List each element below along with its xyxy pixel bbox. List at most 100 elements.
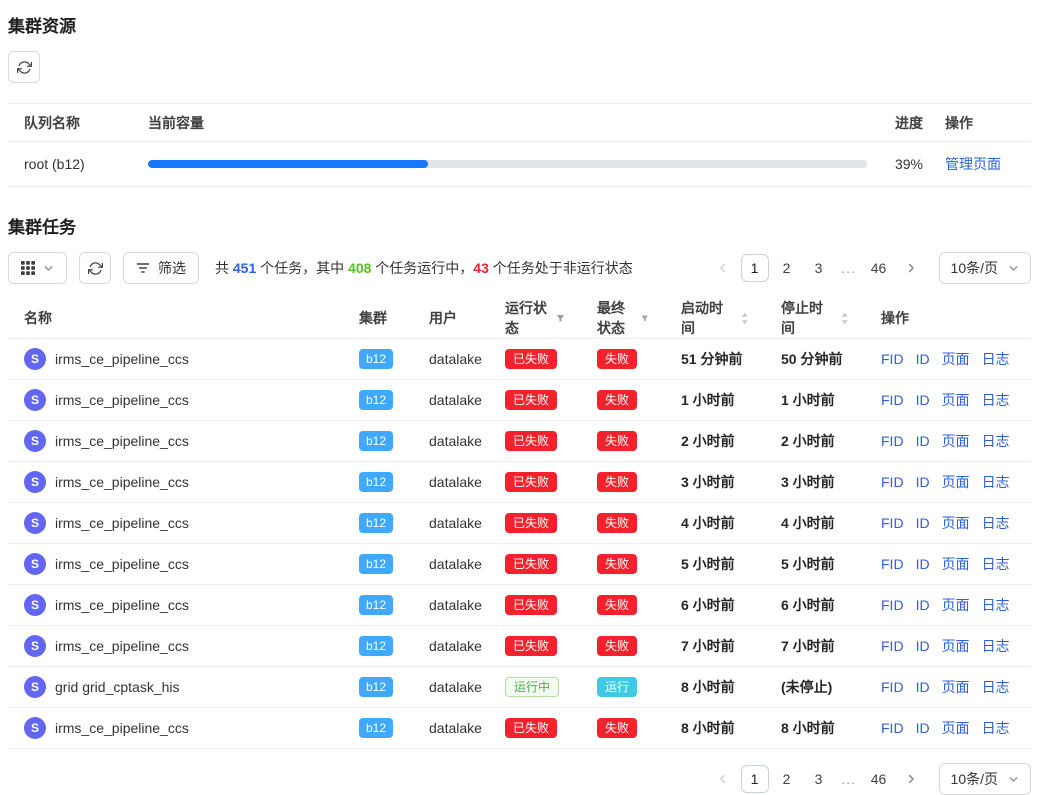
action-link-fid[interactable]: FID (881, 392, 904, 408)
pagination-page-1[interactable]: 1 (741, 254, 769, 282)
page-size-select[interactable]: 10条/页 (939, 252, 1031, 284)
task-actions: FID ID 页面日志 (865, 585, 1031, 626)
action-link-id[interactable]: ID (916, 556, 930, 572)
start-time-cell: 3 小时前 (665, 462, 765, 503)
pagination-page-2[interactable]: 2 (773, 765, 801, 793)
chevron-down-icon (1008, 263, 1019, 274)
action-link-页面[interactable]: 页面 (942, 433, 970, 449)
pagination-next-button[interactable] (897, 254, 925, 282)
run-status-cell: 已失败 (489, 708, 581, 749)
filter-button[interactable]: 筛选 (123, 252, 199, 284)
action-link-id[interactable]: ID (916, 597, 930, 613)
action-link-页面[interactable]: 页面 (942, 515, 970, 531)
action-link-fid[interactable]: FID (881, 720, 904, 736)
table-row: S irms_ce_pipeline_ccs b12 datalake 已失败 … (8, 421, 1031, 462)
action-link-fid[interactable]: FID (881, 515, 904, 531)
action-link-id[interactable]: ID (916, 351, 930, 367)
action-link-日志[interactable]: 日志 (982, 720, 1010, 736)
table-row: S irms_ce_pipeline_ccs b12 datalake 已失败 … (8, 585, 1031, 626)
start-time-cell: 8 小时前 (665, 708, 765, 749)
sorter-icon[interactable] (740, 311, 749, 326)
pagination-prev-button[interactable] (709, 254, 737, 282)
pagination-prev-button[interactable] (709, 765, 737, 793)
stop-time-cell: 5 小时前 (765, 544, 865, 585)
manage-page-link[interactable]: 管理页面 (945, 156, 1001, 172)
final-status-badge: 失败 (597, 472, 637, 492)
run-status-badge: 已失败 (505, 431, 557, 451)
action-link-页面[interactable]: 页面 (942, 679, 970, 695)
action-link-页面[interactable]: 页面 (942, 597, 970, 613)
page-size-select[interactable]: 10条/页 (939, 763, 1031, 795)
action-link-id[interactable]: ID (916, 720, 930, 736)
task-name: grid grid_cptask_his (55, 679, 180, 695)
pagination-ellipsis[interactable]: ... (837, 260, 861, 276)
pagination-page-46[interactable]: 46 (865, 254, 893, 282)
pagination-page-2[interactable]: 2 (773, 254, 801, 282)
summary-text: 个任务处于非运行状态 (489, 260, 633, 276)
pagination-page-3[interactable]: 3 (805, 765, 833, 793)
action-link-fid[interactable]: FID (881, 433, 904, 449)
action-link-日志[interactable]: 日志 (982, 556, 1010, 572)
filter-funnel-icon[interactable] (641, 313, 649, 324)
filter-funnel-icon[interactable] (556, 313, 565, 324)
avatar: S (24, 594, 46, 616)
action-link-日志[interactable]: 日志 (982, 392, 1010, 408)
tasks-table: 名称 集群 用户 运行状态 最终状态 启动时间 停止时间 操作 (8, 298, 1031, 749)
action-link-日志[interactable]: 日志 (982, 351, 1010, 367)
action-link-页面[interactable]: 页面 (942, 720, 970, 736)
action-link-页面[interactable]: 页面 (942, 392, 970, 408)
sorter-icon[interactable] (840, 311, 849, 326)
action-link-日志[interactable]: 日志 (982, 433, 1010, 449)
task-actions: FID ID 页面日志 (865, 503, 1031, 544)
action-link-页面[interactable]: 页面 (942, 351, 970, 367)
col-start-time: 启动时间 (665, 298, 765, 339)
action-link-日志[interactable]: 日志 (982, 515, 1010, 531)
action-link-fid[interactable]: FID (881, 638, 904, 654)
pagination-next-button[interactable] (897, 765, 925, 793)
cluster-tasks-title: 集群任务 (8, 213, 1031, 238)
action-link-id[interactable]: ID (916, 433, 930, 449)
action-link-fid[interactable]: FID (881, 351, 904, 367)
action-link-页面[interactable]: 页面 (942, 638, 970, 654)
action-link-页面[interactable]: 页面 (942, 474, 970, 490)
cluster-cell: b12 (343, 339, 413, 380)
action-link-fid[interactable]: FID (881, 679, 904, 695)
action-link-页面[interactable]: 页面 (942, 556, 970, 572)
stop-time-cell: 7 小时前 (765, 626, 865, 667)
action-link-id[interactable]: ID (916, 515, 930, 531)
resources-refresh-button[interactable] (8, 51, 40, 83)
action-link-id[interactable]: ID (916, 638, 930, 654)
avatar: S (24, 635, 46, 657)
cluster-cell: b12 (343, 380, 413, 421)
action-link-日志[interactable]: 日志 (982, 679, 1010, 695)
run-status-cell: 运行中 (489, 667, 581, 708)
table-row: S irms_ce_pipeline_ccs b12 datalake 已失败 … (8, 708, 1031, 749)
layout-grid-button[interactable] (8, 252, 67, 284)
action-link-id[interactable]: ID (916, 392, 930, 408)
action-link-fid[interactable]: FID (881, 597, 904, 613)
action-link-日志[interactable]: 日志 (982, 597, 1010, 613)
action-link-日志[interactable]: 日志 (982, 474, 1010, 490)
action-link-日志[interactable]: 日志 (982, 638, 1010, 654)
pagination-page-46[interactable]: 46 (865, 765, 893, 793)
capacity-progress-track (148, 160, 867, 168)
pagination-ellipsis[interactable]: ... (837, 771, 861, 787)
final-status-cell: 失败 (581, 626, 665, 667)
start-time-cell: 4 小时前 (665, 503, 765, 544)
table-row: S irms_ce_pipeline_ccs b12 datalake 已失败 … (8, 339, 1031, 380)
tasks-refresh-button[interactable] (79, 252, 111, 284)
name-cell: S irms_ce_pipeline_ccs (8, 626, 343, 667)
pagination-page-3[interactable]: 3 (805, 254, 833, 282)
action-link-id[interactable]: ID (916, 679, 930, 695)
pagination-top: 123...46 10条/页 (709, 252, 1031, 284)
pagination-page-1[interactable]: 1 (741, 765, 769, 793)
task-user: datalake (429, 597, 482, 613)
task-start-time: 7 小时前 (681, 638, 735, 654)
run-status-badge: 运行中 (505, 677, 559, 697)
action-link-id[interactable]: ID (916, 474, 930, 490)
action-link-fid[interactable]: FID (881, 474, 904, 490)
task-start-time: 5 小时前 (681, 556, 735, 572)
action-link-fid[interactable]: FID (881, 556, 904, 572)
task-user: datalake (429, 720, 482, 736)
name-cell: S irms_ce_pipeline_ccs (8, 380, 343, 421)
